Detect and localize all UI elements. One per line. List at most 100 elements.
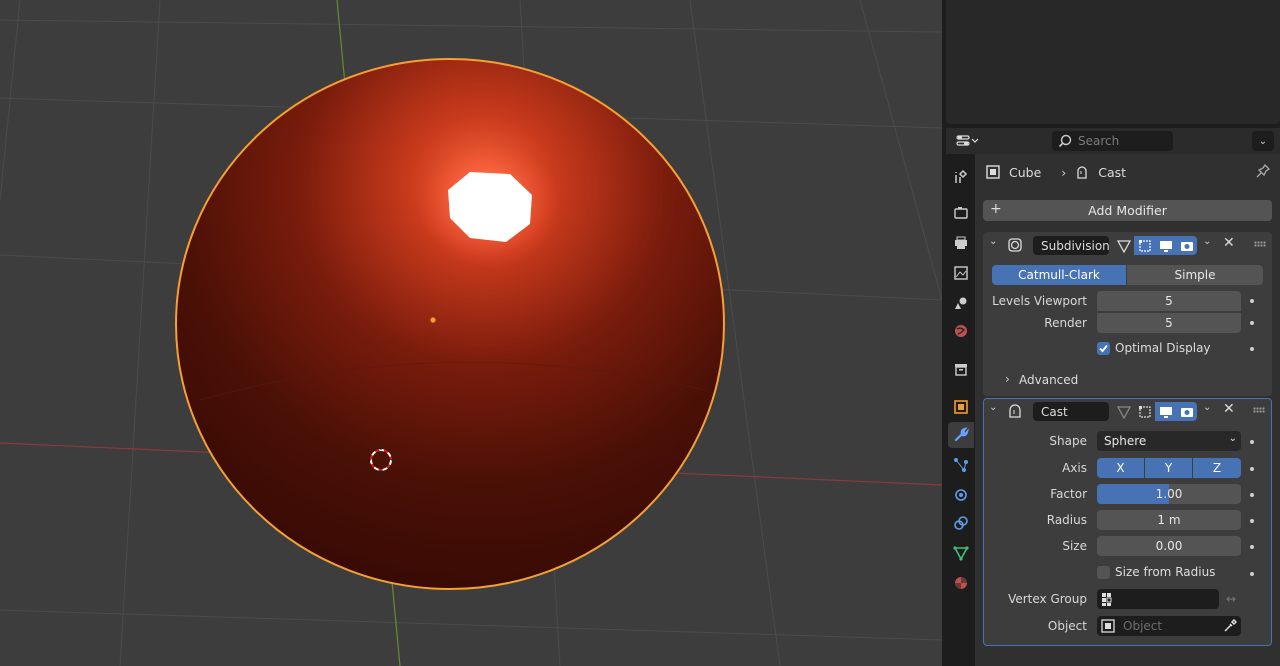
properties-editor: Search ⌄ Cube › Cast + Add Modifier ⌄ Su…	[946, 128, 1280, 666]
chevron-right-icon[interactable]: ›	[1005, 372, 1010, 386]
keyframe-dot[interactable]	[1250, 545, 1254, 549]
vertex-group-field[interactable]	[1097, 589, 1219, 609]
checkmark-icon	[1099, 344, 1108, 353]
add-modifier-button[interactable]: + Add Modifier	[983, 200, 1272, 221]
tab-tool[interactable]	[948, 164, 974, 190]
editor-type-button[interactable]	[952, 131, 984, 151]
wrench-icon	[954, 427, 969, 442]
levels-viewport-field[interactable]: 5	[1097, 291, 1241, 311]
tab-physics[interactable]	[948, 482, 974, 508]
search-input[interactable]: Search	[1052, 131, 1173, 151]
tab-modifiers[interactable]	[948, 422, 974, 448]
tab-object[interactable]	[948, 394, 974, 420]
simple-option[interactable]: Simple	[1127, 265, 1263, 285]
scene-icon	[955, 297, 967, 309]
keyframe-dot[interactable]	[1250, 493, 1254, 497]
tab-render[interactable]	[948, 200, 974, 226]
radius-field[interactable]: 1 m	[1097, 510, 1241, 530]
size-from-radius-label[interactable]: Size from Radius	[1115, 565, 1215, 579]
shape-dropdown[interactable]: Sphere ⌄	[1097, 431, 1241, 451]
breadcrumb-object[interactable]: Cube	[1009, 165, 1041, 180]
optimal-display-checkbox[interactable]	[1097, 342, 1110, 355]
collection-box-icon	[955, 364, 967, 376]
chevron-down-icon[interactable]: ⌄	[1203, 402, 1211, 413]
tab-constraints[interactable]	[948, 510, 974, 536]
axis-z-toggle[interactable]: Z	[1193, 458, 1241, 478]
optimal-display-label[interactable]: Optimal Display	[1115, 341, 1211, 355]
cage-toggle[interactable]	[1134, 402, 1155, 421]
close-icon[interactable]: ✕	[1223, 235, 1235, 251]
tab-output[interactable]	[948, 230, 974, 256]
cast-name-field[interactable]: Cast	[1033, 402, 1109, 421]
edit-mode-toggle[interactable]	[1113, 402, 1134, 421]
tab-collection[interactable]	[948, 356, 974, 382]
tab-view-layer[interactable]	[948, 260, 974, 286]
eyedropper-icon[interactable]	[1223, 619, 1237, 633]
object-icon	[954, 400, 968, 414]
chevron-down-icon: ⌄	[1228, 433, 1237, 444]
monitor-icon	[1159, 406, 1172, 418]
invert-vertex-group-button[interactable]: ↔	[1221, 589, 1241, 609]
image-icon	[954, 266, 968, 280]
chevron-down-icon[interactable]: ⌄	[1203, 236, 1211, 247]
object-field[interactable]: Object	[1097, 616, 1241, 636]
collapse-chevron-icon[interactable]: ⌄	[989, 402, 997, 413]
object-label: Object	[1047, 619, 1087, 633]
keyframe-dot[interactable]	[1250, 347, 1254, 351]
viewport-display-toggle[interactable]	[1155, 236, 1176, 255]
size-from-radius-checkbox[interactable]	[1097, 566, 1110, 579]
constraint-icon	[954, 516, 968, 530]
keyframe-dot[interactable]	[1250, 467, 1254, 471]
3d-viewport[interactable]	[0, 0, 942, 666]
axis-label: Axis	[1062, 461, 1087, 475]
axis-x-toggle[interactable]: X	[1097, 458, 1144, 478]
breadcrumb-modifier[interactable]: Cast	[1098, 165, 1126, 180]
collapse-chevron-icon[interactable]: ⌄	[989, 236, 997, 247]
subdivision-header: ⌄ Subdivision ⌄ ✕	[983, 232, 1272, 256]
options-dropdown[interactable]: ⌄	[1252, 131, 1274, 151]
pin-icon[interactable]	[1256, 163, 1271, 181]
render-levels-field[interactable]: 5	[1097, 313, 1241, 333]
viewport-display-toggle[interactable]	[1155, 402, 1176, 421]
edit-mode-icon	[1116, 405, 1131, 419]
factor-slider[interactable]: 1.00	[1097, 484, 1241, 504]
edit-mode-toggle[interactable]	[1113, 236, 1134, 255]
tab-material[interactable]	[948, 570, 974, 596]
tab-scene[interactable]	[948, 290, 974, 316]
physics-icon	[955, 489, 967, 501]
keyframe-dot[interactable]	[1250, 321, 1254, 325]
properties-editor-icon	[956, 135, 979, 146]
tab-world[interactable]	[948, 318, 974, 344]
axis-y-toggle[interactable]: Y	[1145, 458, 1192, 478]
tab-particles[interactable]	[948, 452, 974, 478]
drag-grip-icon[interactable]	[1254, 241, 1266, 247]
invert-arrows-icon: ↔	[1225, 592, 1237, 606]
catmull-clark-option[interactable]: Catmull-Clark	[992, 265, 1126, 285]
close-icon[interactable]: ✕	[1223, 401, 1235, 417]
properties-tabs	[946, 154, 975, 666]
render-toggle[interactable]	[1176, 236, 1197, 255]
outliner-area[interactable]	[946, 0, 1280, 124]
subdivision-modifier-panel: ⌄ Subdivision ⌄ ✕ Catmull-Clark Simple L…	[983, 232, 1272, 396]
keyframe-dot[interactable]	[1250, 440, 1254, 444]
chevron-down-icon: ⌄	[1258, 135, 1268, 147]
plus-icon: +	[990, 201, 1002, 217]
camera-icon	[1180, 241, 1193, 251]
subdivision-name-field[interactable]: Subdivision	[1033, 236, 1110, 255]
render-toggle[interactable]	[1176, 402, 1197, 421]
keyframe-dot[interactable]	[1250, 572, 1254, 576]
advanced-subpanel-label[interactable]: Advanced	[1019, 373, 1078, 387]
factor-label: Factor	[1050, 487, 1087, 501]
shape-label: Shape	[1049, 434, 1087, 448]
origin-point	[430, 317, 436, 323]
cast-header: ⌄ Cast ⌄ ✕	[984, 399, 1271, 423]
sphere-object[interactable]	[175, 58, 725, 590]
drag-grip-icon[interactable]	[1253, 407, 1265, 413]
cast-modifier-icon	[1009, 404, 1021, 418]
viewport-canvas[interactable]	[0, 0, 942, 666]
cage-toggle[interactable]	[1134, 236, 1155, 255]
keyframe-dot[interactable]	[1250, 299, 1254, 303]
size-field[interactable]: 0.00	[1097, 536, 1241, 556]
keyframe-dot[interactable]	[1250, 519, 1254, 523]
tab-data[interactable]	[948, 540, 974, 566]
